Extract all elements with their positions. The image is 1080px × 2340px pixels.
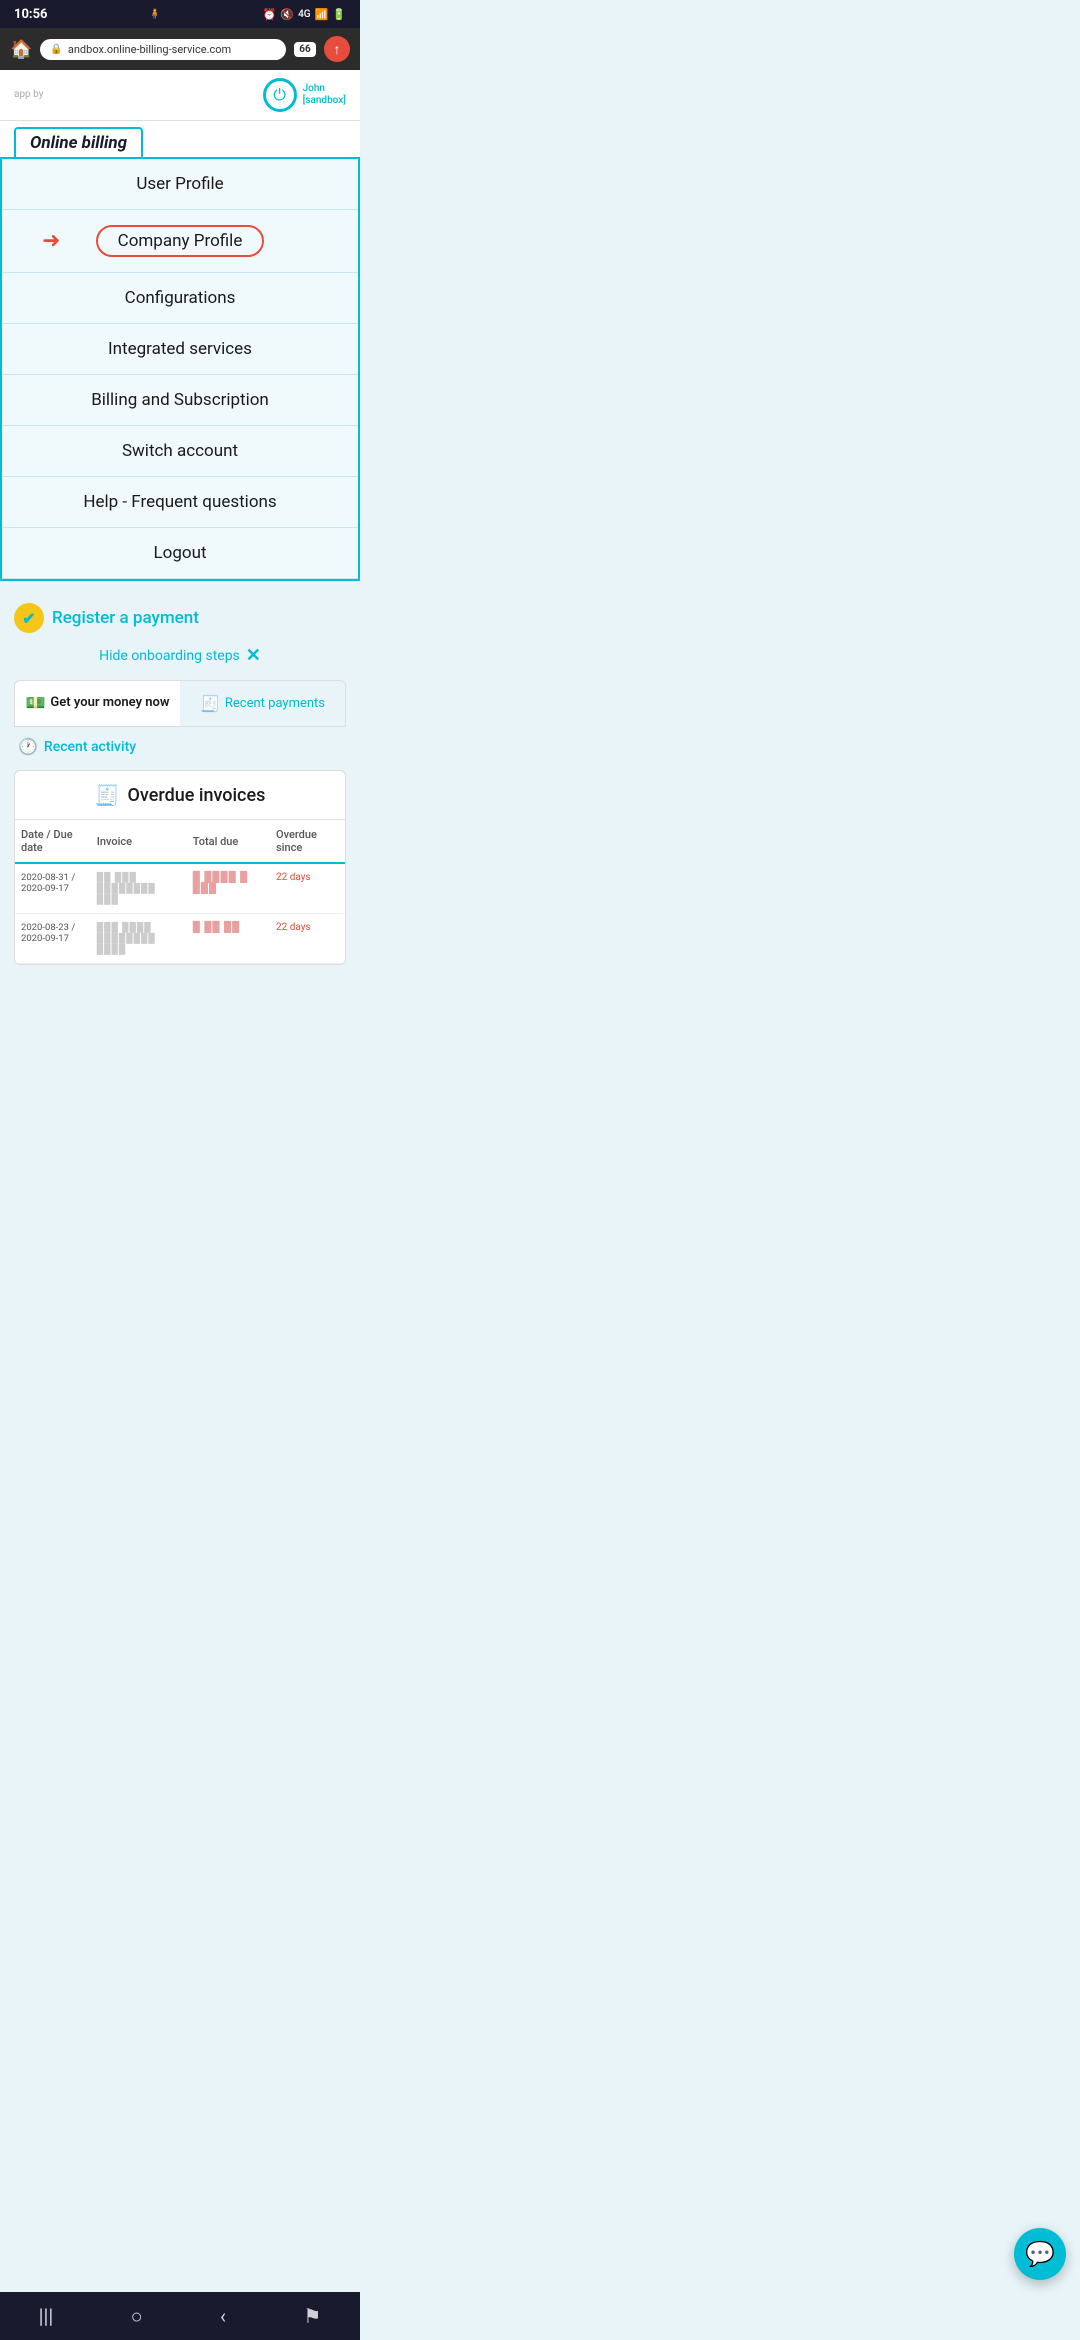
browser-bar: 🏠 🔒 andbox.online-billing-service.com 66…: [0, 28, 360, 70]
chat-fab-button[interactable]: 💬: [1014, 2228, 1066, 2280]
register-payment-row[interactable]: ✔ Register a payment: [14, 591, 346, 639]
col-invoice: Invoice: [91, 820, 187, 863]
browser-home-button[interactable]: 🏠: [10, 39, 32, 60]
menu-item-company-profile[interactable]: ➜ Company Profile: [2, 210, 358, 273]
row1-amount: █ ████ █ ███: [187, 863, 270, 914]
browser-tabs-button[interactable]: 66: [294, 42, 316, 57]
invoice-icon: 🧾: [95, 783, 120, 807]
row2-date: 2020-08-23 /2020-09-17: [15, 914, 91, 964]
status-bar-right: ⏰ 🔇 4G 📶 🔋: [263, 8, 346, 21]
overdue-title: Overdue invoices: [128, 785, 266, 806]
lock-icon: 🔒: [50, 44, 62, 55]
main-content: ✔ Register a payment Hide onboarding ste…: [0, 581, 360, 975]
app-logo: app by: [14, 89, 43, 101]
person-icon: 🧍: [149, 9, 161, 20]
row1-date: 2020-08-31 /2020-09-17: [15, 863, 91, 914]
mute-icon: 🔇: [280, 8, 294, 21]
recent-activity-row[interactable]: 🕐 Recent activity: [14, 727, 346, 766]
clock-icon: 🕐: [18, 737, 38, 756]
menu-item-billing-subscription[interactable]: Billing and Subscription: [2, 375, 358, 426]
close-onboarding-button[interactable]: ✕: [246, 645, 261, 666]
overdue-header: 🧾 Overdue invoices: [15, 771, 345, 820]
row1-invoice: ██ ███ ████████ ███: [91, 863, 187, 914]
status-bar: 10:56 🧍 ⏰ 🔇 4G 📶 🔋: [0, 0, 360, 28]
recent-activity-text: Recent activity: [44, 739, 136, 755]
tab-get-money-label: Get your money now: [50, 695, 169, 710]
menu-item-user-profile[interactable]: User Profile: [2, 159, 358, 210]
hide-onboarding-row[interactable]: Hide onboarding steps ✕: [14, 639, 346, 680]
receipt-icon: 🧾: [200, 694, 220, 713]
table-row[interactable]: 2020-08-23 /2020-09-17 ███ ████ ████████…: [15, 914, 345, 964]
tab-get-your-money-now[interactable]: 💵 Get your money now: [15, 681, 180, 726]
nav-bar: ||| ○ ‹ ⚑: [0, 2292, 360, 2340]
check-circle-icon: ✔: [14, 603, 44, 633]
billing-title: Online billing: [14, 127, 143, 157]
table-row[interactable]: 2020-08-31 /2020-09-17 ██ ███ ████████ █…: [15, 863, 345, 914]
tab-recent-payments[interactable]: 🧾 Recent payments: [180, 681, 345, 726]
dropdown-menu: User Profile ➜ Company Profile Configura…: [0, 157, 360, 581]
col-overdue-since: Overdue since: [270, 820, 345, 863]
row2-overdue: 22 days: [270, 914, 345, 964]
nav-back-button[interactable]: ‹: [220, 2304, 226, 2328]
app-header: app by ⏻ John [sandbox]: [0, 70, 360, 121]
company-profile-oval: Company Profile: [96, 225, 265, 257]
status-time: 10:56: [14, 7, 48, 22]
network-label: 4G: [298, 9, 311, 20]
browser-url-bar[interactable]: 🔒 andbox.online-billing-service.com: [40, 39, 286, 60]
user-name: John [sandbox]: [303, 83, 346, 107]
billing-header-strip: Online billing: [0, 121, 360, 157]
invoice-table: Date / Due date Invoice Total due Overdu…: [15, 820, 345, 964]
menu-item-logout[interactable]: Logout: [2, 528, 358, 579]
tabs-row: 💵 Get your money now 🧾 Recent payments: [14, 680, 346, 727]
menu-item-configurations[interactable]: Configurations: [2, 273, 358, 324]
app-logo-text: app by: [14, 89, 43, 101]
chat-icon: 💬: [1025, 2240, 1055, 2268]
user-avatar-area[interactable]: ⏻ John [sandbox]: [263, 78, 346, 112]
menu-item-switch-account[interactable]: Switch account: [2, 426, 358, 477]
money-icon: 💵: [26, 693, 46, 712]
menu-item-help[interactable]: Help - Frequent questions: [2, 477, 358, 528]
menu-item-integrated-services[interactable]: Integrated services: [2, 324, 358, 375]
signal-icon: 📶: [315, 8, 329, 21]
nav-recents-button[interactable]: |||: [39, 2304, 54, 2328]
status-icons-area: 🧍: [149, 9, 161, 20]
nav-home-button[interactable]: ○: [131, 2304, 143, 2329]
row2-amount: █ ██ ██: [187, 914, 270, 964]
power-icon[interactable]: ⏻: [263, 78, 297, 112]
hide-onboarding-text: Hide onboarding steps: [99, 648, 240, 664]
row1-overdue: 22 days: [270, 863, 345, 914]
battery-icon: 🔋: [332, 8, 346, 21]
home-icon: 🏠: [10, 39, 32, 60]
alarm-icon: ⏰: [263, 8, 277, 21]
tab-recent-payments-label: Recent payments: [225, 696, 325, 711]
nav-accessibility-button[interactable]: ⚑: [303, 2304, 321, 2328]
upload-icon: ↑: [334, 41, 341, 58]
col-date: Date / Due date: [15, 820, 91, 863]
browser-upload-button[interactable]: ↑: [324, 36, 350, 62]
register-payment-text: Register a payment: [52, 608, 199, 628]
col-total-due: Total due: [187, 820, 270, 863]
overdue-invoices-section: 🧾 Overdue invoices Date / Due date Invoi…: [14, 770, 346, 965]
row2-invoice: ███ ████ ████████ ████: [91, 914, 187, 964]
browser-url-text: andbox.online-billing-service.com: [68, 43, 231, 56]
arrow-indicator: ➜: [42, 229, 60, 254]
